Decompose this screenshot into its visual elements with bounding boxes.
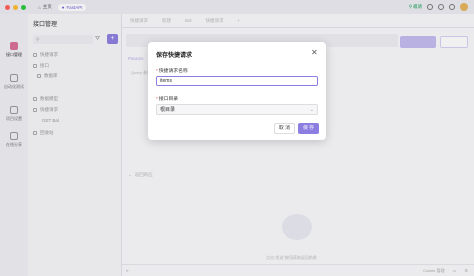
- dir-field-label: *接口目录: [156, 95, 178, 102]
- cancel-button[interactable]: 取 消: [274, 123, 295, 134]
- chevron-down-icon: ⌄: [309, 106, 314, 113]
- dir-label-text: 接口目录: [158, 97, 179, 102]
- name-label-text: 快捷请求名称: [158, 69, 188, 74]
- confirm-save-button[interactable]: 保 存: [298, 123, 319, 134]
- close-icon[interactable]: ✕: [311, 48, 318, 57]
- name-field-label: *快捷请求名称: [156, 67, 188, 74]
- directory-select[interactable]: 根目录 ⌄: [156, 104, 318, 115]
- required-marker: *: [156, 69, 158, 74]
- dialog-title: 保存快捷请求: [156, 53, 193, 59]
- required-marker: *: [156, 97, 158, 102]
- request-name-input[interactable]: [156, 76, 318, 86]
- directory-select-value: 根目录: [160, 107, 176, 113]
